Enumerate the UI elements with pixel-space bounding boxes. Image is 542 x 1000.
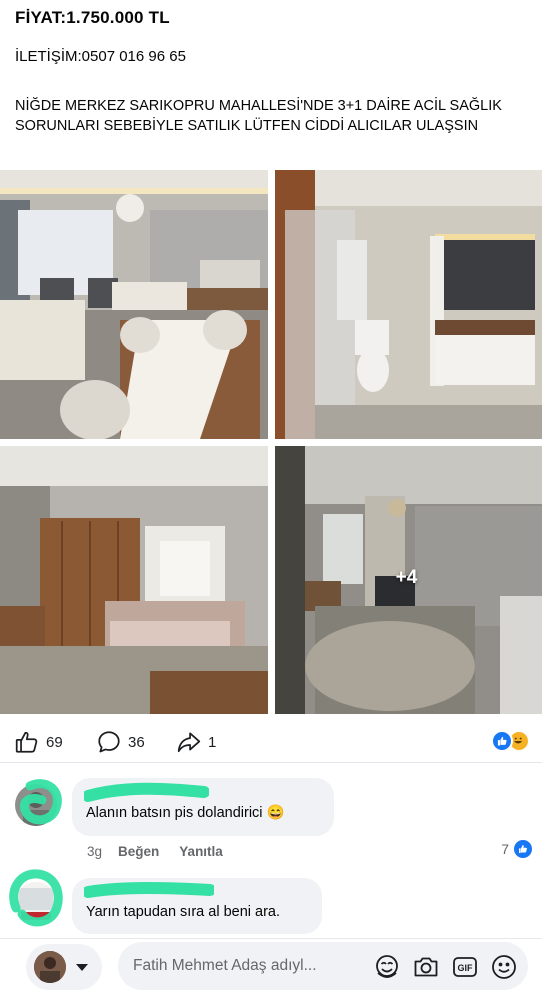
listing-description: NİĞDE MERKEZ SARIKOPRU MAHALLESİ'NDE 3+1… [15,98,502,134]
avatar[interactable] [15,882,57,924]
listing-price: FİYAT:1.750.000 TL [15,8,170,27]
comment-button[interactable]: 36 [96,726,145,758]
avatar [34,951,66,983]
avatar[interactable] [15,784,57,826]
comment-icon [98,731,120,753]
comment-text: Alanın batsın pis dolandirici 😄 [86,805,285,821]
gif-button[interactable]: GIF [450,952,479,981]
comment-meta: 3g Beğen Yanıtla [87,844,223,859]
emoji-button[interactable] [489,952,518,981]
camera-button[interactable] [411,952,440,981]
listing-contact: İLETİŞİM:0507 016 96 65 [15,48,186,65]
account-switcher[interactable] [26,944,102,990]
comment-count: 36 [128,733,145,751]
photo-bedroom[interactable] [0,446,268,714]
comment-author[interactable] [86,787,320,803]
more-photos-count[interactable]: +4 [275,446,542,714]
comment-like-button[interactable]: Beğen [118,844,159,859]
avatar-sticker-icon [375,954,398,978]
photo-living-room[interactable] [0,170,268,439]
comment-input[interactable] [133,957,355,975]
share-icon [177,732,201,753]
comment-author[interactable] [86,887,308,903]
chevron-down-icon [76,963,88,971]
post-actions: 69 36 1 [0,726,542,758]
comment-bubble[interactable]: Alanın batsın pis dolandirici 😄 [72,778,334,836]
share-count: 1 [208,733,217,751]
like-reaction-icon [514,840,532,858]
reaction-summary[interactable] [491,730,530,752]
comment-text: Yarın tapudan sıra al beni ara. [86,904,280,920]
share-button[interactable]: 1 [176,726,216,758]
like-reaction-icon [491,730,513,752]
thumbs-up-icon [15,731,38,753]
comment-bubble[interactable]: Yarın tapudan sıra al beni ara. [72,878,322,934]
comment-input-container[interactable]: GIF [118,942,528,990]
comment-reply-button[interactable]: Yanıtla [179,844,223,859]
divider [0,762,542,763]
emoji-icon [491,954,516,979]
gif-icon: GIF [452,956,477,977]
comment-time: 3g [87,844,103,859]
like-count: 69 [46,733,63,751]
comment-reaction-count[interactable]: 7 [501,840,532,858]
camera-icon [414,957,437,976]
photo-bathroom[interactable] [275,170,542,439]
comment-like-count: 7 [501,841,509,857]
comment-composer: GIF [0,938,542,1000]
svg-text:GIF: GIF [457,963,473,973]
like-button[interactable]: 69 [14,726,63,758]
photo-room-more[interactable]: +4 [275,446,542,714]
avatar-sticker-button[interactable] [372,952,401,981]
